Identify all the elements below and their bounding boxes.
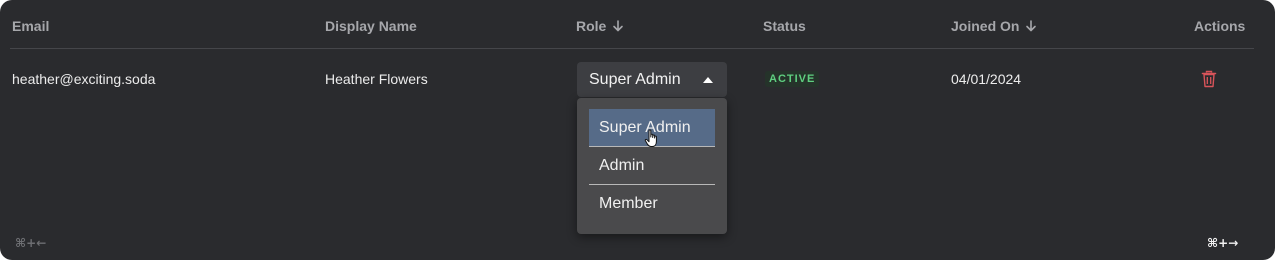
status-badge: ACTIVE <box>765 71 820 87</box>
column-header-role-label: Role <box>576 18 607 34</box>
role-select[interactable]: Super Admin <box>577 62 727 97</box>
next-page-shortcut[interactable]: ⌘+→ <box>1207 236 1238 250</box>
role-select-value: Super Admin <box>589 70 681 88</box>
arrow-down-icon <box>1026 20 1037 32</box>
trash-icon[interactable] <box>1201 70 1217 88</box>
header-divider <box>10 48 1254 49</box>
column-header-status[interactable]: Status <box>763 18 806 34</box>
column-header-display-name[interactable]: Display Name <box>325 18 417 34</box>
users-table-panel: Email Display Name Role Status Joined On… <box>0 0 1275 260</box>
column-header-email[interactable]: Email <box>12 18 49 34</box>
column-header-email-label: Email <box>12 18 50 34</box>
role-dropdown-menu: Super Admin Admin Member <box>577 98 727 234</box>
role-option-admin[interactable]: Admin <box>589 147 715 185</box>
column-header-actions: Actions <box>1194 18 1245 34</box>
column-header-joined-on-label: Joined On <box>951 18 1020 34</box>
column-header-role[interactable]: Role <box>576 18 624 34</box>
display-name-cell: Heather Flowers <box>325 71 428 87</box>
column-header-actions-label: Actions <box>1194 18 1246 34</box>
role-option-member[interactable]: Member <box>589 185 715 223</box>
caret-up-icon <box>703 76 713 83</box>
hand-pointer-icon <box>644 129 657 147</box>
email-cell: heather@exciting.soda <box>12 71 156 87</box>
column-header-joined-on[interactable]: Joined On <box>951 18 1037 34</box>
arrow-down-icon <box>613 20 624 32</box>
column-header-status-label: Status <box>763 18 806 34</box>
prev-page-shortcut[interactable]: ⌘+← <box>15 236 46 250</box>
joined-on-cell: 04/01/2024 <box>951 71 1022 87</box>
column-header-display-name-label: Display Name <box>325 18 417 34</box>
